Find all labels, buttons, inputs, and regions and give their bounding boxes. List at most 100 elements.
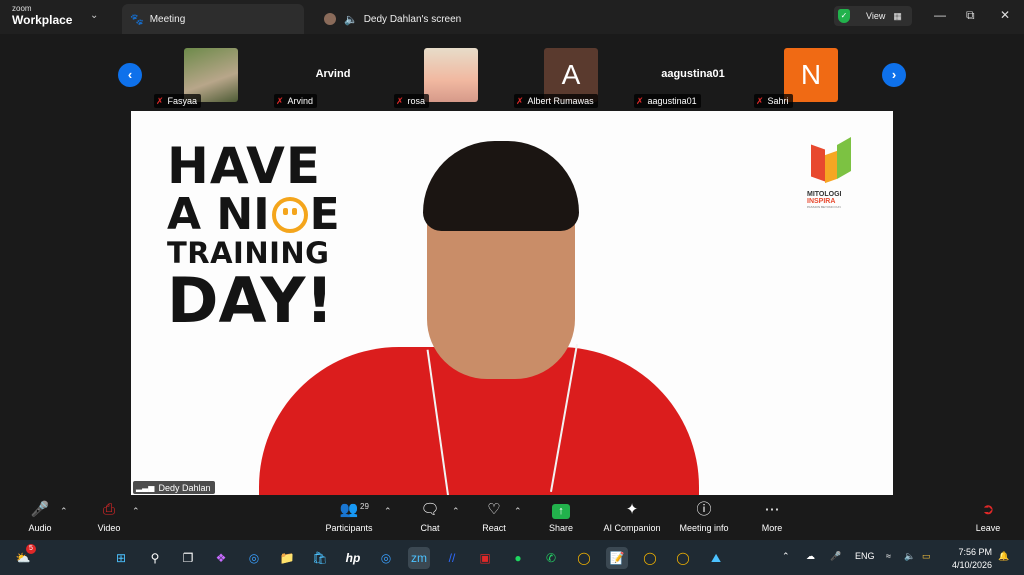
search-icon[interactable]: ⚲ [144,547,166,569]
mitologi-inspira-logo: MITOLOGI INSPIRA PASSION BEYOND FUN [807,136,867,209]
microphone-icon[interactable]: 🎤 [830,551,841,562]
chevron-up-icon[interactable]: ⌃ [782,551,790,562]
app-brand[interactable]: zoom Workplace [12,5,73,27]
participants-button[interactable]: 👥 29 Participants ⌃ [322,500,391,533]
presenter-hair [423,141,579,231]
chevron-up-icon[interactable]: ⌃ [514,506,522,517]
minimize-icon[interactable]: — [934,8,946,22]
sparkle-icon: ✦ [625,501,639,518]
notepad-icon[interactable]: 📝 [606,547,628,569]
store-icon[interactable]: 🛍 [309,547,331,569]
participant-label: ✗ rosa [394,94,430,108]
share-label: Share [548,523,574,533]
close-icon[interactable]: ✕ [1000,8,1010,22]
shield-icon: ✓ [838,9,850,23]
photos-icon[interactable]: ⛰ [705,547,727,569]
smiley-icon [271,197,308,233]
onedrive-icon[interactable]: ☁ [806,551,815,562]
file-explorer-icon[interactable]: 📁 [276,547,298,569]
spotify-icon[interactable]: ● [507,547,529,569]
participant-label: ✗ aagustina01 [634,94,701,108]
participant-tile-fasyaa[interactable]: ✗ Fasyaa [154,40,272,110]
heart-icon: ♡ [487,501,501,518]
copilot-icon[interactable]: ❖ [210,547,232,569]
video-button[interactable]: ⎙ Video ⌃ [92,500,140,533]
participant-name: Fasyaa [167,96,198,106]
leave-button[interactable]: ➲ Leave [974,500,1002,533]
windows-start-icon[interactable]: ⊞ [110,547,132,569]
react-button[interactable]: ♡ React ⌃ [478,500,521,533]
headline-line-2b: E [309,189,340,240]
task-view-icon[interactable]: ❐ [177,547,199,569]
meeting-info-button[interactable]: ⓘ Meeting info [677,500,731,533]
language-indicator[interactable]: ENG [855,551,875,561]
logo-line-2: INSPIRA [807,198,836,205]
meeting-controls: 🎤 Audio ⌃ ⎙ Video ⌃ 👥 29 Participants ⌃ … [0,495,1024,540]
red-app-icon[interactable]: ▣ [474,547,496,569]
mic-muted-icon: ✗ [756,95,764,106]
chrome-profile-2-icon[interactable]: ◯ [672,547,694,569]
ai-companion-label: AI Companion [603,523,661,533]
speaker-name-label: ▂▃▅ Dedy Dahlan [133,481,215,494]
prev-page-button[interactable]: ‹ [118,63,142,87]
battery-icon[interactable]: ▭ [922,551,931,562]
chrome-profile-icon[interactable]: ◯ [639,547,661,569]
participant-name: rosa [407,96,426,106]
brand-workplace: Workplace [12,13,73,27]
view-button[interactable]: ✓ View ▦ [834,6,912,26]
shared-screen-view[interactable]: HAVE A NI E TRAINING DAY! MITOLOGI INSPI… [131,111,893,495]
hp-icon[interactable]: hp [342,547,364,569]
next-page-button[interactable]: › [882,63,906,87]
participant-photo [424,48,478,102]
notification-bell-icon[interactable]: 🔔 [998,551,1009,562]
edge-beta-icon[interactable]: ◎ [375,547,397,569]
react-label: React [482,523,506,533]
participant-tile-sahri[interactable]: N ✗ Sahri [754,40,872,110]
slash-app-icon[interactable]: // [441,547,463,569]
chevron-up-icon[interactable]: ⌃ [384,506,392,517]
view-label: View [866,11,886,21]
mic-muted-icon: ✗ [636,95,644,106]
windows-taskbar: ⛅ 5 ⊞ ⚲ ❐ ❖ ◎ 📁 🛍 hp ◎ zm // ▣ ● ✆ ◯ 📝 ◯… [0,540,1024,575]
wifi-icon[interactable]: ≈ [886,551,891,561]
participant-tile-albert[interactable]: A ✗ Albert Rumawas [514,40,632,110]
zoom-app-icon[interactable]: zm [408,547,430,569]
chrome-icon[interactable]: ◯ [573,547,595,569]
share-button[interactable]: ↑ Share [546,500,576,533]
mic-muted-icon: ✗ [396,95,404,106]
tab-meeting[interactable]: 🐾 Meeting [122,4,304,34]
chevron-down-icon[interactable]: ⌄ [90,10,98,21]
volume-icon[interactable]: 🔈 [904,551,915,562]
video-off-icon: ⎙ [102,501,115,518]
participant-tile-aagustina01[interactable]: aagustina01 ✗ aagustina01 [634,40,752,110]
participant-tile-rosa[interactable]: ✗ rosa [394,40,512,110]
chevron-up-icon[interactable]: ⌃ [132,506,140,517]
tab-screen-label: Dedy Dahlan's screen [363,13,462,25]
tab-shared-screen[interactable]: 🔈 Dedy Dahlan's screen [322,4,522,34]
training-headline: HAVE A NI E TRAINING DAY! [167,141,340,332]
speaker-icon: 🔈 [344,13,358,26]
logo-line-1: MITOLOGI [807,191,842,198]
book-logo-icon [807,136,857,187]
chevron-up-icon[interactable]: ⌃ [452,506,460,517]
system-clock[interactable]: 7:56 PM 4/10/2026 [946,546,992,572]
ai-companion-button[interactable]: ✦ AI Companion [602,500,662,533]
participant-tile-arvind[interactable]: Arvind ✗ Arvind [274,40,392,110]
participant-name: Albert Rumawas [527,96,594,106]
info-icon: ⓘ [696,501,712,518]
signal-bars-icon: ▂▃▅ [136,483,155,492]
chat-button[interactable]: 🗨 Chat ⌃ [416,500,459,533]
edge-icon[interactable]: ◎ [243,547,265,569]
participants-count: 29 [360,502,369,511]
clock-date: 4/10/2026 [951,560,992,570]
restore-icon[interactable]: ⧉ [966,8,975,23]
share-screen-icon: ↑ [546,500,576,520]
more-button[interactable]: ⋯ More [758,500,786,533]
title-bar: zoom Workplace ⌄ 🐾 Meeting 🔈 Dedy Dahlan… [0,0,1024,34]
chevron-up-icon[interactable]: ⌃ [60,506,68,517]
audio-button[interactable]: 🎤 Audio ⌃ [24,500,67,533]
participant-label: ✗ Albert Rumawas [514,94,598,108]
whatsapp-icon[interactable]: ✆ [540,547,562,569]
headline-line-2a: A NI [167,189,270,240]
weather-badge: 5 [26,544,36,554]
